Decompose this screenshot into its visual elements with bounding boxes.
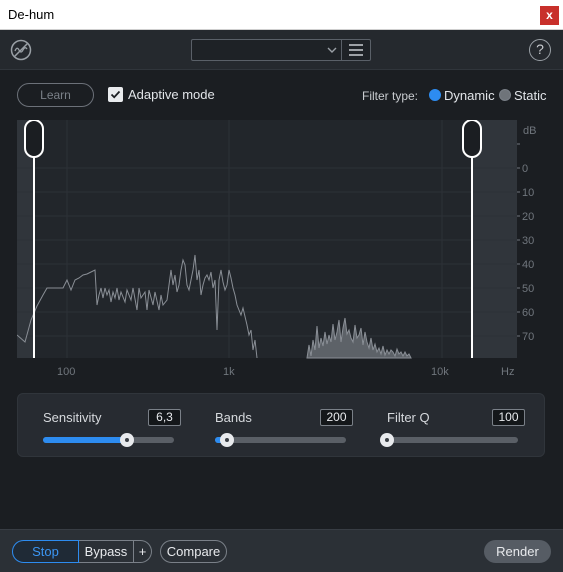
freq-tick: 10k — [431, 366, 449, 378]
footer-bar: Stop Bypass + Compare Render — [0, 529, 563, 572]
db-tick: 20 — [522, 211, 534, 223]
filter-q-slider-knob[interactable] — [380, 433, 394, 447]
sensitivity-value-field[interactable]: 6,3 — [148, 409, 181, 426]
filter-type-static-radio[interactable] — [499, 89, 511, 101]
learn-button[interactable]: Learn — [17, 83, 94, 107]
filter-q-value-field[interactable]: 100 — [492, 409, 525, 426]
compare-button[interactable]: Compare — [160, 540, 227, 563]
sensitivity-slider-knob[interactable] — [119, 433, 134, 447]
frequency-scale: 100 1k 10k Hz — [57, 366, 514, 378]
window-title: De-hum — [8, 7, 55, 22]
adaptive-mode-label: Adaptive mode — [128, 87, 215, 102]
sensitivity-slider-fill — [43, 437, 127, 443]
render-button[interactable]: Render — [484, 540, 551, 563]
bands-value-field[interactable]: 200 — [320, 409, 353, 426]
hamburger-menu-icon[interactable] — [342, 40, 370, 60]
parameters-panel: Sensitivity 6,3 Bands 200 Filter Q 100 — [17, 393, 545, 457]
db-tick: 30 — [522, 235, 534, 247]
filter-type-dynamic-radio[interactable] — [429, 89, 441, 101]
add-bypass-button[interactable]: + — [134, 540, 152, 563]
toolbar: ? — [0, 30, 563, 70]
filter-q-label: Filter Q — [387, 410, 430, 425]
db-tick: 60 — [522, 307, 534, 319]
no-hum-icon[interactable] — [10, 39, 32, 61]
help-icon[interactable]: ? — [529, 39, 551, 61]
db-unit-label: dB — [523, 125, 536, 137]
db-tick: 0 — [522, 163, 528, 175]
sensitivity-label: Sensitivity — [43, 410, 102, 425]
filter-type-label: Filter type: — [362, 89, 419, 103]
filter-type-static-label: Static — [514, 88, 547, 103]
filter-type-dynamic-label: Dynamic — [444, 88, 495, 103]
hz-unit-label: Hz — [501, 366, 514, 378]
bands-slider[interactable] — [215, 433, 346, 447]
title-bar: De-hum x — [0, 0, 563, 30]
db-tick: 50 — [522, 283, 534, 295]
chevron-down-icon[interactable] — [325, 43, 339, 57]
freq-tick: 1k — [223, 366, 235, 378]
checkmark-icon — [110, 90, 121, 99]
db-tick: 70 — [522, 331, 534, 343]
adaptive-mode-checkbox[interactable] — [108, 87, 123, 102]
db-tick: 10 — [522, 187, 534, 199]
close-button[interactable]: x — [540, 6, 559, 25]
preset-dropdown[interactable] — [191, 39, 371, 61]
bypass-button[interactable]: Bypass — [79, 540, 134, 563]
sensitivity-slider[interactable] — [43, 433, 174, 447]
spectrum-display[interactable]: dB 0 10 20 30 40 50 60 70 100 1k 10k Hz — [17, 120, 545, 382]
filter-q-slider[interactable] — [380, 433, 518, 447]
bands-slider-knob[interactable] — [219, 433, 234, 447]
bands-label: Bands — [215, 410, 252, 425]
freq-tick: 100 — [57, 366, 75, 378]
db-tick: 40 — [522, 259, 534, 271]
stop-button[interactable]: Stop — [12, 540, 79, 563]
